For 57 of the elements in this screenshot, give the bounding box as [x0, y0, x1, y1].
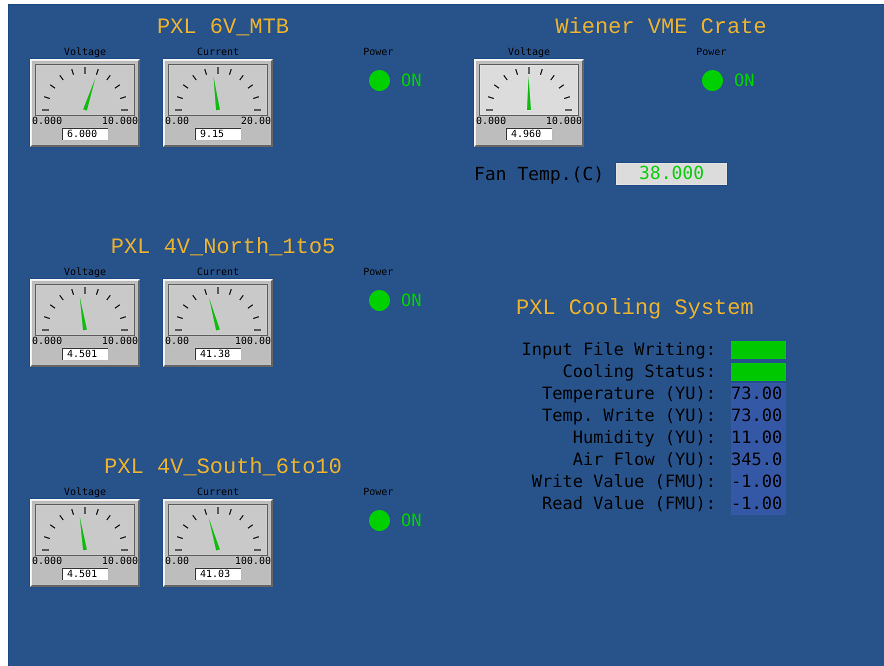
scale-max: 10.000 [102, 556, 138, 568]
power-label: Power [363, 266, 394, 279]
status-label: Temperature (YU): [541, 383, 716, 405]
readout-value: 73.00 [731, 383, 786, 405]
power-state: ON [734, 70, 754, 90]
scale-max: 100.00 [234, 556, 271, 568]
scale-max: 100.00 [234, 336, 271, 348]
meter-reading: 4.501 [62, 568, 108, 580]
power-label: Power [363, 46, 394, 59]
power-label: Power [696, 46, 726, 59]
meter-label: Current [196, 266, 240, 279]
scale-max: 10.000 [102, 336, 138, 348]
status-label: Read Value (FMU): [541, 493, 716, 515]
readout-value: 345.0 [731, 449, 786, 471]
meter-label: Current [196, 486, 240, 499]
meter-reading: 41.03 [195, 568, 241, 580]
scale-min: 0.000 [476, 116, 506, 128]
meter-label: Voltage [64, 266, 106, 279]
meter-reading: 41.38 [195, 348, 241, 360]
meter-label: Current [196, 46, 240, 59]
power-state: ON [401, 510, 422, 530]
power-state: ON [401, 290, 422, 310]
fan-temp-value: 38.000 [616, 163, 728, 185]
power-state: ON [401, 70, 422, 90]
status-label: Humidity (YU): [572, 427, 716, 449]
meter-label: Voltage [64, 486, 106, 499]
section-title: PXL Cooling System [516, 295, 755, 323]
scale-min: 0.000 [32, 556, 62, 568]
meter-reading: 9.15 [195, 128, 241, 140]
section-title: PXL 4V_North_1to5 [110, 234, 336, 262]
meter-reading: 4.501 [62, 348, 108, 360]
scale-min: 0.00 [165, 556, 190, 568]
scale-min: 0.000 [32, 116, 62, 128]
scale-max: 10.000 [102, 116, 138, 128]
section-title: Wiener VME Crate [555, 14, 767, 42]
fan-temp-label: Fan Temp.(C) [474, 164, 604, 184]
readout-value: -1.00 [731, 493, 786, 515]
scale-max: 20.00 [240, 116, 271, 128]
readout-value: -1.00 [731, 471, 786, 493]
meter-reading: 6.000 [62, 128, 108, 140]
status-label: Input File Writing: [520, 339, 716, 361]
scale-max: 10.000 [546, 116, 582, 128]
meter-reading: 4.960 [506, 128, 552, 140]
power-label: Power [363, 486, 394, 499]
status-label: Write Value (FMU): [530, 471, 716, 493]
readout-value: 73.00 [731, 405, 786, 427]
scale-min: 0.00 [165, 116, 190, 128]
scale-min: 0.00 [165, 336, 190, 348]
section-title: PXL 4V_South_6to10 [104, 454, 342, 482]
section-title: PXL 6V_MTB [156, 14, 290, 42]
readout-value: 11.00 [731, 427, 786, 449]
status-label: Cooling Status: [561, 361, 716, 383]
meter-label: Voltage [508, 46, 550, 59]
meter-label: Voltage [64, 46, 106, 59]
scale-min: 0.000 [32, 336, 62, 348]
status-label: Air Flow (YU): [572, 449, 716, 471]
status-label: Temp. Write (YU): [541, 405, 716, 427]
